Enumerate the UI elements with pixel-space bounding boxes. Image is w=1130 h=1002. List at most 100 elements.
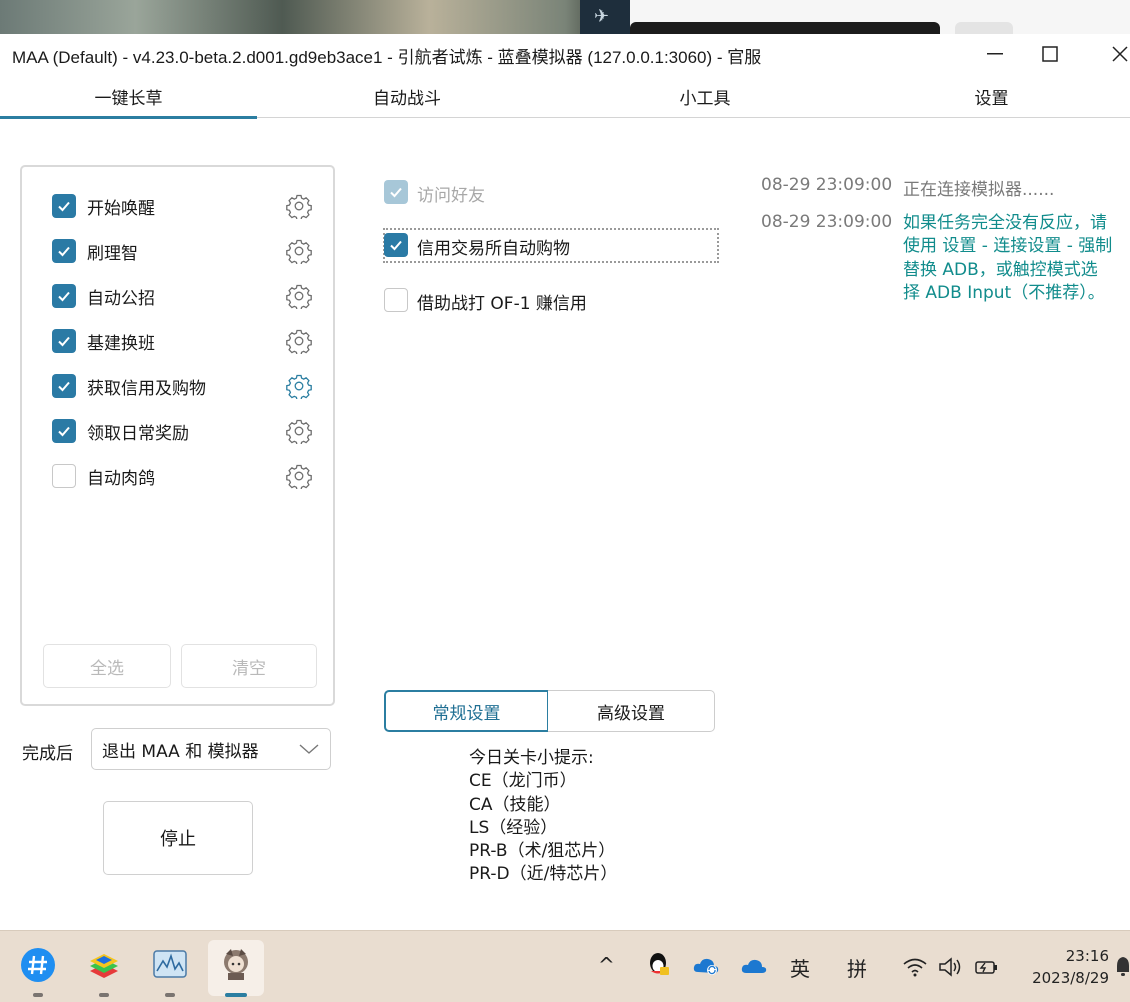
task-item-roguelike[interactable]: 自动肉鸽 — [52, 463, 314, 489]
gear-icon[interactable] — [286, 418, 312, 444]
task-checkbox[interactable] — [52, 284, 76, 308]
maximize-button[interactable] — [1022, 34, 1078, 74]
gear-icon[interactable] — [286, 373, 312, 399]
qq-icon[interactable] — [645, 951, 671, 979]
task-checkbox[interactable] — [52, 239, 76, 263]
monitor-app-icon[interactable] — [152, 947, 188, 983]
close-button[interactable] — [1092, 34, 1130, 74]
log-entry: 08-29 23:09:00 如果任务完全没有反应，请使用 设置 - 连接设置 … — [761, 212, 1112, 303]
log-entry: 08-29 23:09:00 正在连接模拟器...... — [761, 175, 1054, 200]
tips-line: PR-D（近/特芯片） — [469, 864, 618, 885]
taskbar: ^ 英 拼 23:16 2023/8/29 — [0, 930, 1130, 1002]
taskbar-indicator — [33, 993, 43, 997]
task-label: 刷理智 — [87, 244, 138, 264]
input-language-indicator[interactable]: 英 — [790, 953, 810, 982]
task-checkbox[interactable] — [52, 374, 76, 398]
clock-date: 2023/8/29 — [1032, 969, 1109, 987]
close-icon — [1112, 46, 1128, 62]
task-checkbox[interactable] — [52, 194, 76, 218]
taskbar-indicator — [165, 993, 175, 997]
option-checkbox[interactable] — [384, 233, 408, 257]
onedrive-sync-icon[interactable] — [692, 955, 720, 977]
stage-tips: 今日关卡小提示: CE（龙门币） CA（技能） LS（经验） PR-B（术/狙芯… — [469, 747, 617, 887]
checkmark-icon — [390, 240, 402, 251]
tips-line: LS（经验） — [469, 817, 558, 838]
checkmark-icon — [58, 291, 70, 302]
settings-segment: 常规设置 高级设置 — [384, 690, 715, 732]
maa-app-icon — [224, 949, 248, 980]
ime-mode-indicator[interactable]: 拼 — [847, 953, 867, 982]
option-checkbox[interactable] — [384, 180, 408, 204]
tips-heading: 今日关卡小提示: — [469, 748, 594, 768]
tab-one-click[interactable]: 一键长草 — [0, 74, 257, 119]
task-label: 自动肉鸽 — [87, 469, 155, 489]
task-label: 开始唤醒 — [87, 199, 155, 219]
tray-overflow-button[interactable]: ^ — [598, 953, 615, 977]
gear-icon[interactable] — [286, 238, 312, 264]
task-item-sanity[interactable]: 刷理智 — [52, 238, 314, 264]
task-checkbox[interactable] — [52, 329, 76, 353]
task-item-infrast[interactable]: 基建换班 — [52, 328, 314, 354]
tab-auto-battle[interactable]: 自动战斗 — [257, 74, 557, 118]
hashtag-app-icon[interactable] — [20, 947, 56, 983]
window-title: MAA (Default) - v4.23.0-beta.2.d001.gd9e… — [12, 48, 762, 67]
volume-icon[interactable] — [938, 957, 964, 977]
background-pill — [955, 22, 1013, 34]
clock-time: 23:16 — [1065, 947, 1109, 965]
task-list-panel: 开始唤醒 刷理智 自动公招 基建换班 获取信用及购物 领取日常奖励 自动肉鸽 全… — [20, 165, 335, 706]
gear-icon[interactable] — [286, 283, 312, 309]
task-item-wakeup[interactable]: 开始唤醒 — [52, 193, 314, 219]
select-all-button[interactable]: 全选 — [43, 644, 171, 688]
gear-icon[interactable] — [286, 193, 312, 219]
wifi-icon[interactable] — [902, 957, 928, 977]
checkmark-icon — [390, 187, 402, 198]
battery-icon[interactable] — [974, 957, 1000, 977]
notification-bell-icon[interactable] — [1116, 955, 1130, 979]
background-app-icon — [580, 0, 630, 34]
task-checkbox[interactable] — [52, 419, 76, 443]
gear-icon[interactable] — [286, 328, 312, 354]
tab-advanced-settings[interactable]: 高级设置 — [548, 690, 715, 732]
task-label: 领取日常奖励 — [87, 424, 189, 444]
option-checkbox[interactable] — [384, 288, 408, 312]
desktop-background — [0, 0, 1130, 34]
after-completion-label: 完成后 — [22, 744, 73, 764]
maa-taskbar-button[interactable] — [208, 940, 264, 997]
task-checkbox[interactable] — [52, 464, 76, 488]
task-item-recruit[interactable]: 自动公招 — [52, 283, 314, 309]
tips-line: PR-B（术/狙芯片） — [469, 841, 616, 862]
taskbar-indicator — [99, 993, 109, 997]
log-time: 08-29 23:09:00 — [761, 175, 893, 195]
minimize-icon — [987, 53, 1003, 55]
minimize-button[interactable] — [967, 34, 1023, 74]
task-label: 自动公招 — [87, 289, 155, 309]
main-tabs: 一键长草 自动战斗 小工具 设置 — [0, 74, 1130, 119]
taskbar-active-indicator — [225, 993, 247, 997]
option-label: 信用交易所自动购物 — [417, 239, 570, 259]
checkmark-icon — [58, 336, 70, 347]
checkmark-icon — [58, 381, 70, 392]
after-completion-select[interactable]: 退出 MAA 和 模拟器 — [91, 728, 331, 770]
option-label: 访问好友 — [417, 186, 485, 206]
onedrive-icon[interactable] — [740, 957, 768, 975]
tab-normal-settings[interactable]: 常规设置 — [384, 690, 549, 732]
tab-tools[interactable]: 小工具 — [557, 74, 853, 118]
bluestacks-icon[interactable] — [86, 947, 122, 983]
task-label: 获取信用及购物 — [87, 379, 206, 399]
log-message: 正在连接模拟器...... — [903, 180, 1055, 200]
checkmark-icon — [58, 246, 70, 257]
stop-button[interactable]: 停止 — [103, 801, 253, 875]
task-item-award[interactable]: 领取日常奖励 — [52, 418, 314, 444]
taskbar-clock[interactable]: 23:16 2023/8/29 — [1024, 945, 1109, 989]
task-item-mall[interactable]: 获取信用及购物 — [52, 373, 314, 399]
option-label: 借助战打 OF-1 赚信用 — [417, 294, 587, 314]
tips-line: CA（技能） — [469, 794, 561, 815]
task-label: 基建换班 — [87, 334, 155, 354]
gear-icon[interactable] — [286, 463, 312, 489]
tab-settings[interactable]: 设置 — [853, 74, 1130, 118]
log-message: 如果任务完全没有反应，请使用 设置 - 连接设置 - 强制替换 ADB，或触控模… — [903, 213, 1113, 304]
checkmark-icon — [58, 426, 70, 437]
chevron-down-icon — [299, 744, 319, 754]
clear-button[interactable]: 清空 — [181, 644, 317, 688]
title-bar[interactable]: MAA (Default) - v4.23.0-beta.2.d001.gd9e… — [0, 34, 1130, 74]
